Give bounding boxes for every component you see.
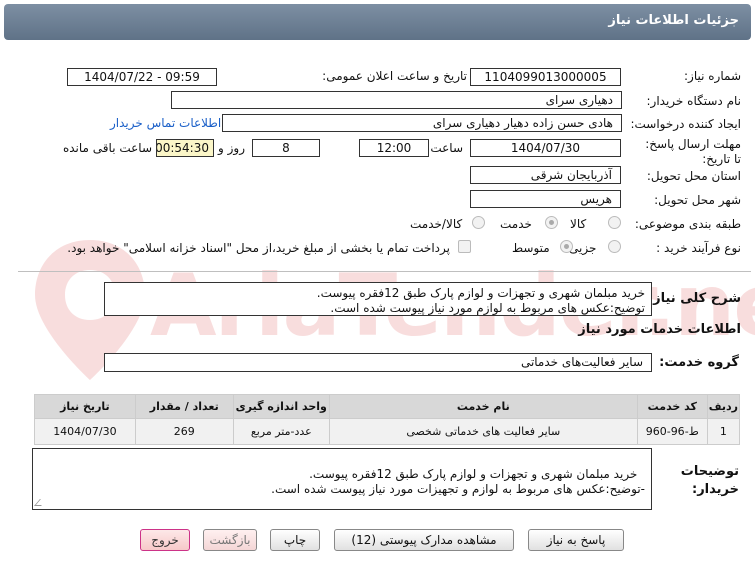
process-radio-minor[interactable] <box>608 240 621 253</box>
province-field: آذربایجان شرقی <box>470 166 621 184</box>
category-radio-goods-service[interactable] <box>472 216 485 229</box>
column-header-quantity: تعداد / مقدار <box>134 394 234 419</box>
days-label: روز و <box>218 141 245 155</box>
services-table: ردیف کد خدمت نام خدمت واحد اندازه گیری ت… <box>34 394 741 445</box>
general-desc-textarea[interactable]: خرید مبلمان شهری و تجهزات و لوازم پارک ط… <box>104 282 652 316</box>
need-number-field: 1104099013000005 <box>470 68 621 86</box>
column-header-need-date: تاریخ نیاز <box>34 394 136 419</box>
column-header-unit: واحد اندازه گیری <box>232 394 330 419</box>
announce-label: تاریخ و ساعت اعلان عمومی: <box>322 69 467 83</box>
process-option-medium: متوسط <box>512 241 550 255</box>
exit-button[interactable]: خروج <box>140 529 190 551</box>
category-label: طبقه بندی موضوعی: <box>634 217 741 231</box>
category-option-goods-service: کالا/خدمت <box>410 217 463 231</box>
general-desc-label: شرح کلی نیاز: <box>647 291 741 306</box>
service-group-field: سایر فعالیت‌های خدماتی <box>104 353 652 372</box>
buyer-notes-label: توضیحات خریدار: <box>680 464 739 497</box>
cell-unit: عدد-متر مربع <box>232 418 330 445</box>
announce-field: 1404/07/22 - 09:59 <box>67 68 217 86</box>
process-option-minor: جزیی <box>569 241 597 255</box>
buyer-notes-textarea[interactable]: خرید مبلمان شهری و تجهزات و لوازم پارک ط… <box>32 448 652 510</box>
column-header-service-name: نام خدمت <box>328 394 638 419</box>
remaining-time-label: ساعت باقی مانده <box>62 141 152 155</box>
remaining-days-field: 8 <box>252 139 320 157</box>
treasury-payment-checkbox[interactable] <box>458 240 471 253</box>
category-option-service: خدمت <box>500 217 532 231</box>
city-field: هریس <box>470 190 621 208</box>
treasury-payment-note: پرداخت تمام یا بخشی از مبلغ خرید،از محل … <box>67 241 450 255</box>
buyer-contact-link[interactable]: اطلاعات تماس خریدار <box>110 116 221 130</box>
city-label: شهر محل تحویل: <box>654 193 741 207</box>
category-radio-goods[interactable] <box>608 216 621 229</box>
buyer-notes-text: خرید مبلمان شهری و تجهزات و لوازم پارک ط… <box>271 467 645 496</box>
category-option-goods: کالا <box>570 217 587 231</box>
column-header-row-number: ردیف <box>706 394 741 419</box>
category-radio-service[interactable] <box>545 216 558 229</box>
deadline-time-label: ساعت <box>430 141 463 155</box>
deadline-date-field: 1404/07/30 <box>470 139 621 157</box>
cell-need-date: 1404/07/30 <box>34 418 136 445</box>
services-section-title: اطلاعات خدمات مورد نیاز <box>578 322 741 337</box>
reply-button[interactable]: پاسخ به نیاز <box>528 529 624 551</box>
resize-handle-icon[interactable] <box>34 499 47 506</box>
need-number-label: شماره نیاز: <box>684 69 741 83</box>
column-header-service-code: کد خدمت <box>636 394 708 419</box>
process-label: نوع فرآیند خرید : <box>656 241 741 255</box>
cell-quantity: 269 <box>134 418 234 445</box>
province-label: استان محل تحویل: <box>646 169 741 183</box>
table-header-row: ردیف کد خدمت نام خدمت واحد اندازه گیری ت… <box>34 394 741 419</box>
cell-service-name: سایر فعالیت های خدماتی شخصی <box>328 418 638 445</box>
back-button[interactable]: بازگشت <box>203 529 257 551</box>
window-titlebar: جزئیات اطلاعات نیاز <box>4 4 751 40</box>
deadline-label: مهلت ارسال پاسخ: تا تاریخ: <box>645 137 741 166</box>
table-row: 1 ط-96-960 سایر فعالیت های خدماتی شخصی ع… <box>34 418 741 445</box>
buyer-org-label: نام دستگاه خریدار: <box>646 94 742 108</box>
remaining-time-field: 00:54:30 <box>156 139 214 157</box>
cell-service-code: ط-96-960 <box>636 418 708 445</box>
process-radio-medium[interactable] <box>560 240 573 253</box>
deadline-time-field: 12:00 <box>359 139 429 157</box>
buyer-org-field: دهیاری سرای <box>171 91 622 109</box>
creator-field: هادی حسن زاده دهیار دهیاری سرای <box>222 114 622 132</box>
cell-row-number: 1 <box>706 418 741 445</box>
attachments-button[interactable]: مشاهده مدارک پیوستی (12) <box>334 529 514 551</box>
creator-label: ایجاد کننده درخواست: <box>630 117 741 131</box>
page-title: جزئیات اطلاعات نیاز <box>608 13 739 28</box>
service-group-label: گروه خدمت: <box>659 355 739 370</box>
print-button[interactable]: چاپ <box>270 529 320 551</box>
divider <box>18 271 751 272</box>
